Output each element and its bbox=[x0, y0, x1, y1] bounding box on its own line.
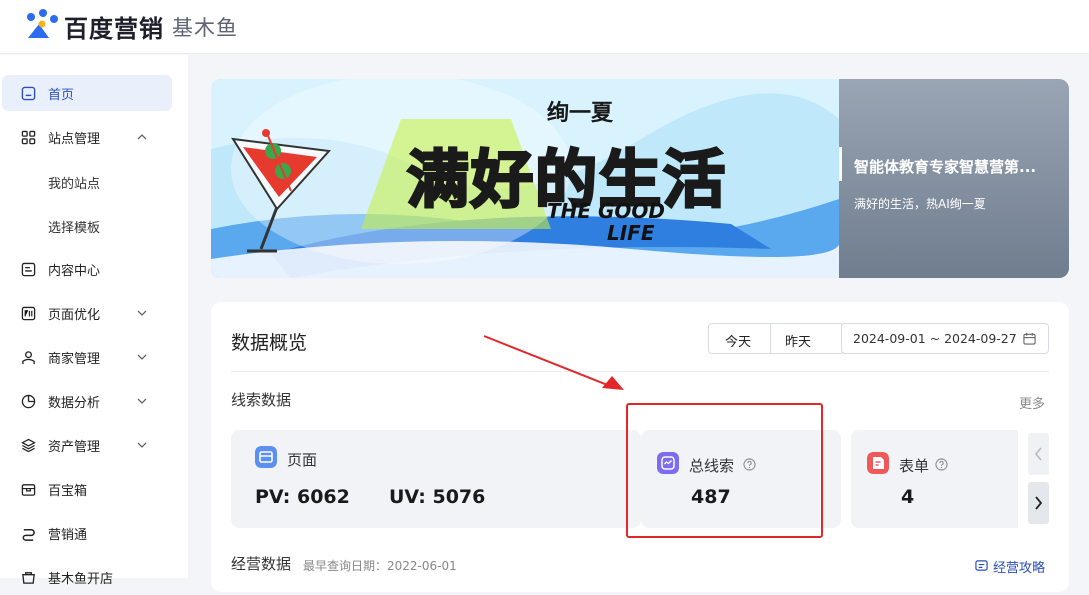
sidebar-item-store[interactable]: 基木鱼开店 bbox=[2, 559, 172, 595]
date-range-picker[interactable]: 2024-09-01 ~ 2024-09-27 bbox=[841, 323, 1049, 354]
page-stat-name: 页面 bbox=[287, 451, 318, 469]
banner-side-subtitle: 满好的生活，热AI绚一夏 bbox=[854, 197, 986, 211]
sidebar-item-content-center[interactable]: 内容中心 bbox=[2, 251, 172, 287]
promo-banner[interactable]: 绚一夏 满好的生活 THE GOOD LIFE 智能体教育专家智慧营第... 满… bbox=[211, 79, 1069, 278]
sidebar-subitem-my-sites[interactable]: 我的站点 bbox=[48, 173, 100, 192]
banner-english-line1: THE GOOD bbox=[547, 199, 666, 223]
banner-side-accent bbox=[839, 147, 842, 181]
carousel-next-button[interactable] bbox=[1028, 482, 1049, 524]
sidebar-item-data-analysis[interactable]: 数据分析 bbox=[2, 383, 172, 419]
date-quick-select: 今天 昨天 bbox=[708, 323, 844, 354]
calendar-icon bbox=[1023, 332, 1036, 345]
segment-divider bbox=[770, 324, 771, 353]
merchant-icon bbox=[22, 351, 35, 365]
form-stat-card[interactable]: 表单 4 bbox=[851, 430, 1018, 528]
date-range-value: 2024-09-01 ~ 2024-09-27 bbox=[853, 331, 1017, 346]
sidebar-item-label: 页面优化 bbox=[48, 308, 101, 323]
assets-icon bbox=[21, 438, 36, 453]
divider bbox=[231, 371, 1049, 372]
sidebar-item-label: 商家管理 bbox=[48, 352, 101, 367]
sidebar-item-home[interactable]: 首页 bbox=[2, 75, 172, 111]
help-icon[interactable] bbox=[935, 458, 948, 471]
banner-side-panel[interactable]: 智能体教育专家智慧营第... 满好的生活，热AI绚一夏 bbox=[839, 79, 1069, 278]
sidebar-item-marketing[interactable]: 营销通 bbox=[2, 515, 172, 551]
strategy-icon bbox=[975, 560, 988, 571]
top-header: 百度营销 基木鱼 bbox=[0, 0, 1089, 54]
analytics-icon bbox=[21, 394, 36, 409]
yesterday-button[interactable]: 昨天 bbox=[785, 331, 811, 350]
overview-title: 数据概览 bbox=[231, 332, 308, 354]
chevron-down-icon bbox=[137, 354, 147, 360]
uv-value: UV: 5076 bbox=[389, 486, 486, 508]
chevron-left-icon bbox=[1034, 447, 1042, 461]
optimize-icon bbox=[21, 306, 36, 321]
page-icon bbox=[255, 446, 277, 468]
content-icon bbox=[21, 262, 36, 277]
pv-value: PV: 6062 bbox=[255, 486, 350, 508]
sidebar-item-label: 资产管理 bbox=[48, 440, 101, 455]
baidu-logo-icon bbox=[27, 9, 58, 38]
ops-earliest-date: 最早查询日期：2022-06-01 bbox=[303, 559, 457, 573]
home-icon bbox=[21, 86, 36, 101]
chevron-up-icon bbox=[137, 134, 147, 140]
toolbox-icon bbox=[21, 484, 36, 496]
sidebar-item-label: 数据分析 bbox=[48, 396, 101, 411]
banner-english-line2: LIFE bbox=[607, 221, 655, 245]
chevron-down-icon bbox=[137, 398, 147, 404]
banner-side-title: 智能体教育专家智慧营第... bbox=[854, 158, 1037, 176]
more-link[interactable]: 更多 bbox=[1019, 393, 1045, 412]
leads-section-title: 线索数据 bbox=[231, 391, 292, 409]
sidebar-item-label: 内容中心 bbox=[48, 264, 101, 279]
grid-icon bbox=[21, 130, 36, 145]
sidebar-subitem-choose-template[interactable]: 选择模板 bbox=[48, 217, 100, 236]
chevron-down-icon bbox=[137, 310, 147, 316]
product-name: 基木鱼 bbox=[172, 16, 238, 40]
marketing-icon bbox=[22, 529, 35, 541]
sidebar-item-page-optimize[interactable]: 页面优化 bbox=[2, 295, 172, 331]
sidebar-item-label: 站点管理 bbox=[48, 132, 101, 147]
chevron-down-icon bbox=[137, 442, 147, 448]
sidebar-item-label: 营销通 bbox=[48, 528, 88, 543]
brand-name: 百度营销 bbox=[64, 15, 164, 43]
chevron-right-icon bbox=[1035, 496, 1043, 510]
banner-small-title: 绚一夏 bbox=[547, 101, 614, 126]
sidebar-item-label: 百宝箱 bbox=[48, 484, 88, 499]
form-stat-value: 4 bbox=[901, 486, 915, 508]
page-stat-card: 页面 PV: 6062 UV: 5076 bbox=[231, 430, 641, 528]
sidebar-item-toolbox[interactable]: 百宝箱 bbox=[2, 471, 172, 507]
sidebar: 首页 站点管理 我的站点 选择模板 内容中心 页面优化 商家管理 数据分析 资产… bbox=[0, 55, 188, 587]
ops-section-title: 经营数据 bbox=[231, 555, 292, 573]
sidebar-item-label: 首页 bbox=[48, 88, 75, 103]
carousel-prev-button[interactable] bbox=[1028, 433, 1049, 475]
today-button[interactable]: 今天 bbox=[725, 331, 751, 350]
sidebar-item-site-management[interactable]: 站点管理 bbox=[2, 119, 172, 155]
form-icon bbox=[867, 452, 889, 474]
annotation-highlight-box bbox=[626, 403, 823, 538]
sidebar-item-asset-management[interactable]: 资产管理 bbox=[2, 427, 172, 463]
ops-guide-link[interactable]: 经营攻略 bbox=[993, 557, 1045, 576]
sidebar-item-merchant-management[interactable]: 商家管理 bbox=[2, 339, 172, 375]
annotation-arrow-icon bbox=[483, 335, 624, 390]
form-stat-name: 表单 bbox=[899, 457, 930, 475]
